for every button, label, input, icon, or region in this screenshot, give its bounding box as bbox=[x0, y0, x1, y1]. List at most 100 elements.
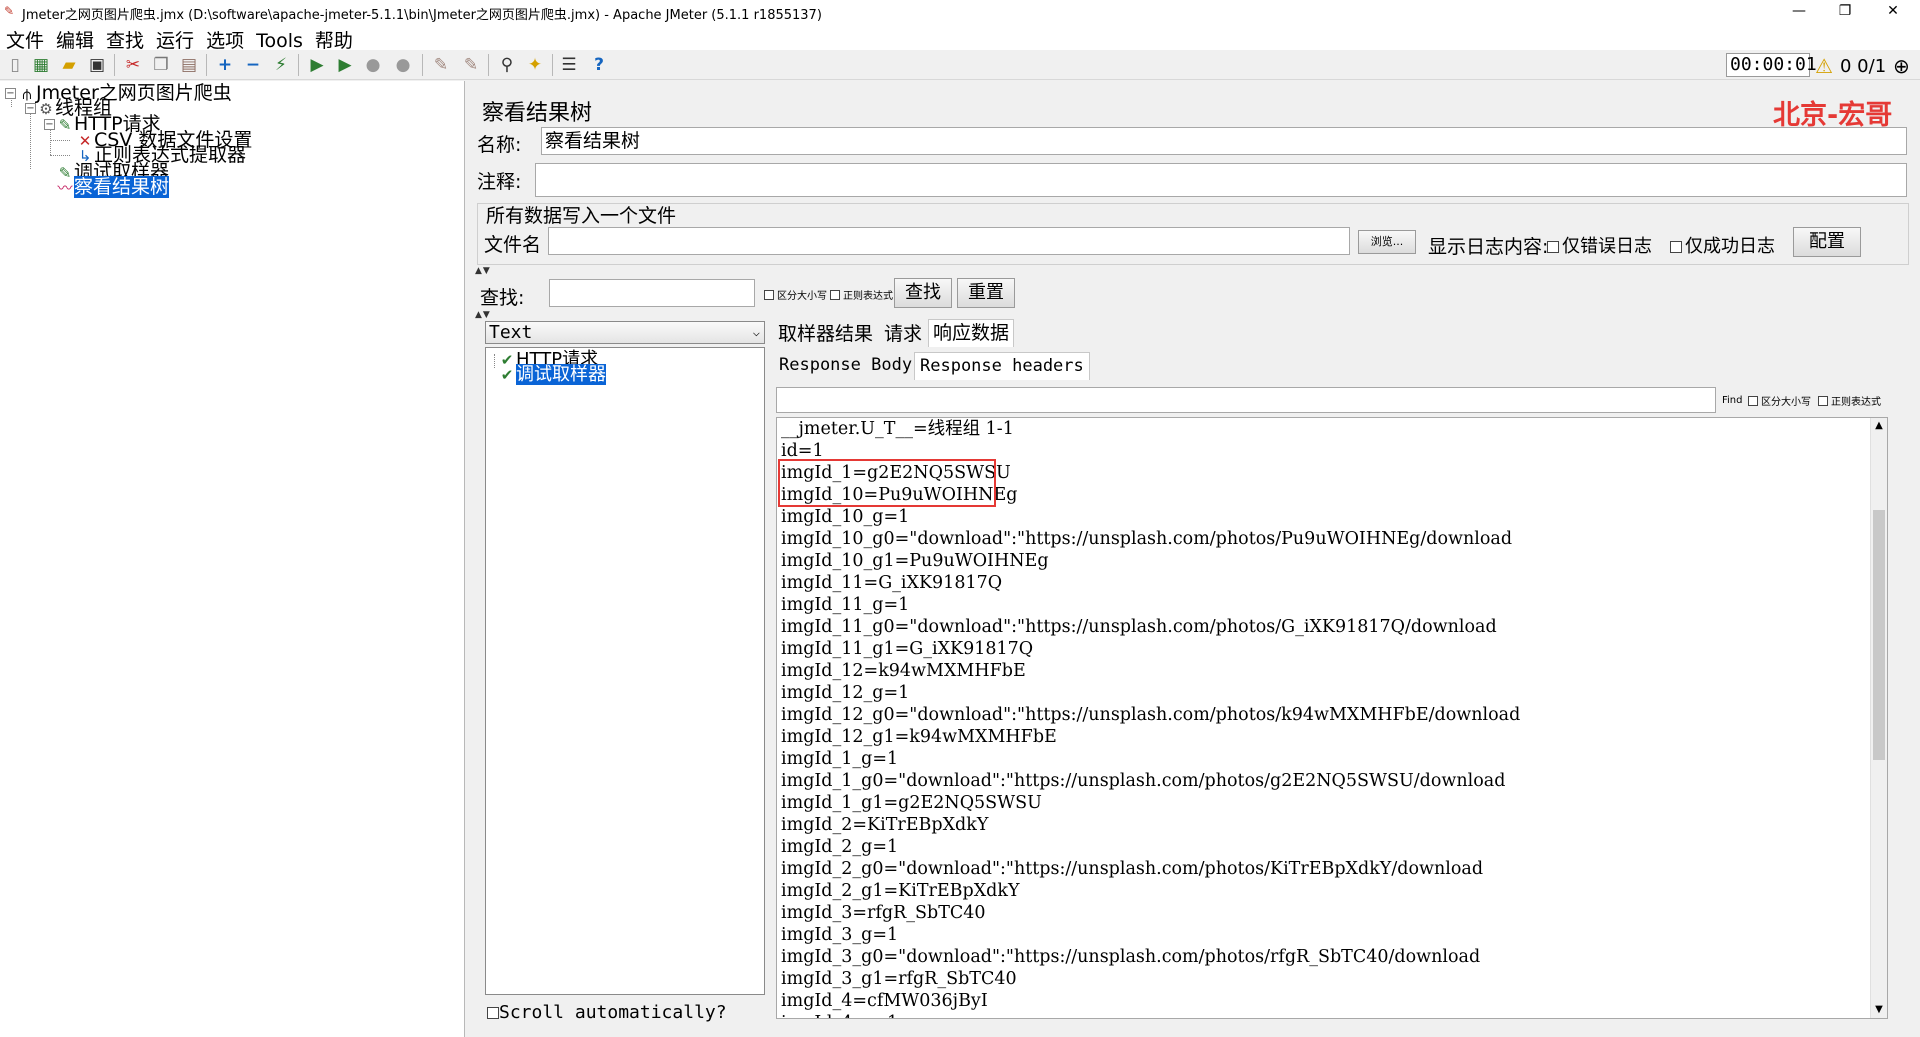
search-field[interactable] bbox=[549, 279, 755, 307]
checkbox-box bbox=[487, 1007, 499, 1019]
menu-search[interactable]: 查找 bbox=[100, 24, 150, 53]
scroll-up-icon[interactable]: ▲ bbox=[1871, 418, 1887, 434]
name-field[interactable]: 察看结果树 bbox=[541, 127, 1907, 155]
vertical-scrollbar[interactable]: ▲ ▼ bbox=[1870, 418, 1887, 1018]
checkbox-box bbox=[1818, 396, 1828, 406]
find-label: Find bbox=[1722, 395, 1743, 406]
response-line: imgId_1_g1=g2E2NQ5SWSU bbox=[781, 793, 1042, 813]
renderer-dropdown[interactable]: Text ⌵ bbox=[485, 321, 765, 344]
reset-search-icon[interactable]: ✦ bbox=[524, 54, 546, 76]
menu-options[interactable]: 选项 bbox=[200, 24, 250, 53]
browse-button[interactable]: 浏览... bbox=[1358, 230, 1416, 254]
search-case-sensitive-checkbox[interactable]: 区分大小写 bbox=[764, 287, 827, 302]
tree-line bbox=[494, 354, 495, 368]
clear-all-icon[interactable]: ✎ bbox=[460, 54, 482, 76]
expand-icon[interactable]: + bbox=[214, 54, 236, 76]
name-label: 名称: bbox=[477, 134, 522, 156]
help-icon[interactable]: ? bbox=[588, 54, 610, 76]
toolbar-separator bbox=[552, 54, 553, 76]
menu-tools[interactable]: Tools bbox=[250, 28, 309, 52]
success-only-checkbox[interactable]: 仅成功日志 bbox=[1670, 232, 1775, 258]
tree-line bbox=[50, 140, 70, 141]
filename-field[interactable] bbox=[548, 227, 1350, 255]
splitter-handle[interactable]: ▲▼ bbox=[475, 266, 491, 276]
scroll-thumb[interactable] bbox=[1873, 510, 1885, 760]
search-regex-checkbox[interactable]: 正则表达式 bbox=[830, 287, 893, 302]
subtab-response-body[interactable]: Response Body bbox=[774, 352, 917, 380]
toggle-icon[interactable]: ⚡ bbox=[270, 54, 292, 76]
response-line: imgId_2=KiTrEBpXdkY bbox=[781, 815, 989, 835]
templates-icon[interactable]: ▦ bbox=[30, 54, 52, 76]
new-icon[interactable]: ▯ bbox=[4, 54, 26, 76]
scroll-down-icon[interactable]: ▼ bbox=[1871, 1002, 1887, 1018]
search-icon[interactable]: ⚲ bbox=[496, 54, 518, 76]
chevron-down-icon: ⌵ bbox=[752, 325, 760, 339]
paste-icon[interactable]: ▤ bbox=[178, 54, 200, 76]
response-line: imgId_11_g1=G_iXK91817Q bbox=[781, 639, 1034, 659]
collapse-icon[interactable]: − bbox=[242, 54, 264, 76]
start-no-pause-icon[interactable]: ▶ bbox=[334, 54, 356, 76]
subtab-response-headers[interactable]: Response headers bbox=[914, 352, 1090, 380]
gear-icon: ⚙ bbox=[39, 100, 53, 118]
write-all-label: 所有数据写入一个文件 bbox=[486, 205, 677, 227]
response-line: imgId_10=Pu9uWOIHNEg bbox=[781, 485, 1018, 505]
toolbar-separator bbox=[298, 54, 299, 76]
menu-edit[interactable]: 编辑 bbox=[50, 24, 100, 53]
maximize-button[interactable]: ❐ bbox=[1822, 0, 1868, 24]
toolbar-separator bbox=[206, 54, 207, 76]
menu-file[interactable]: 文件 bbox=[0, 24, 50, 53]
tab-sampler-result[interactable]: 取样器结果 bbox=[774, 321, 877, 349]
splitter-handle[interactable]: ▲▼ bbox=[475, 310, 491, 320]
shutdown-icon[interactable]: ● bbox=[392, 54, 414, 76]
response-line: imgId_1_g0="download":"https://unsplash.… bbox=[781, 771, 1506, 791]
open-icon[interactable]: ▰ bbox=[58, 54, 80, 76]
response-line: imgId_10_g0="download":"https://unsplash… bbox=[781, 529, 1513, 549]
clear-icon[interactable]: ✎ bbox=[430, 54, 452, 76]
log-content-label: 显示日志内容: bbox=[1428, 236, 1549, 258]
tab-response-data[interactable]: 响应数据 bbox=[928, 319, 1015, 347]
result-item-debug-sampler[interactable]: ✔ 调试取样器 bbox=[498, 364, 606, 385]
response-line: imgId_3=rfgR_SbTC40 bbox=[781, 903, 986, 923]
toolbar-separator bbox=[114, 54, 115, 76]
response-find-input[interactable] bbox=[776, 387, 1716, 413]
response-line: __jmeter.U_T__=线程组 1-1 bbox=[781, 419, 1014, 439]
minimize-button[interactable]: — bbox=[1776, 0, 1822, 24]
search-button[interactable]: 查找 bbox=[894, 278, 952, 308]
expand-toggle-thread-group[interactable]: − bbox=[25, 103, 36, 114]
checkbox-box bbox=[1547, 241, 1559, 253]
menu-run[interactable]: 运行 bbox=[150, 24, 200, 53]
sample-result-list: ✔ HTTP请求 ✔ 调试取样器 bbox=[485, 347, 765, 995]
warning-icon[interactable]: ⚠ bbox=[1815, 54, 1833, 78]
response-body-text[interactable]: __jmeter.U_T__=线程组 1-1 id=1 imgId_1=g2E2NQ… bbox=[776, 417, 1888, 1019]
tab-request[interactable]: 请求 bbox=[880, 321, 926, 349]
response-line: imgId_12=k94wMXMHFbE bbox=[781, 661, 1026, 681]
response-line: imgId_3_g1=rfgR_SbTC40 bbox=[781, 969, 1017, 989]
comment-field[interactable] bbox=[535, 163, 1907, 197]
response-line: imgId_11_g0="download":"https://unsplash… bbox=[781, 617, 1497, 637]
errors-only-checkbox[interactable]: 仅错误日志 bbox=[1547, 232, 1652, 258]
function-helper-icon[interactable]: ☰ bbox=[558, 54, 580, 76]
menu-bar: 文件 编辑 查找 运行 选项 Tools 帮助 bbox=[0, 24, 1920, 53]
scroll-automatically-checkbox[interactable]: Scroll automatically? bbox=[487, 1002, 727, 1023]
response-line: imgId_2_g=1 bbox=[781, 837, 899, 857]
remote-globe-icon[interactable]: ⊕ bbox=[1893, 54, 1910, 78]
stop-icon[interactable]: ● bbox=[362, 54, 384, 76]
toolbar-separator bbox=[422, 54, 423, 76]
config-button[interactable]: 配置 bbox=[1793, 227, 1861, 257]
start-icon[interactable]: ▶ bbox=[306, 54, 328, 76]
find-case-sensitive-checkbox[interactable]: 区分大小写 bbox=[1748, 393, 1811, 408]
find-regex-checkbox[interactable]: 正则表达式 bbox=[1818, 393, 1881, 408]
cut-icon[interactable]: ✂ bbox=[122, 54, 144, 76]
response-line: imgId_2_g0="download":"https://unsplash.… bbox=[781, 859, 1484, 879]
close-button[interactable]: ✕ bbox=[1870, 0, 1916, 24]
response-line: imgId_10_g1=Pu9uWOIHNEg bbox=[781, 551, 1049, 571]
tree-node-view-results-tree[interactable]: 〰察看结果树 bbox=[56, 176, 170, 198]
save-icon[interactable]: ▣ bbox=[86, 54, 108, 76]
reset-button[interactable]: 重置 bbox=[957, 278, 1015, 308]
menu-help[interactable]: 帮助 bbox=[309, 24, 359, 53]
checkbox-box bbox=[830, 290, 840, 300]
copy-icon[interactable]: ❐ bbox=[150, 54, 172, 76]
test-plan-tree: − ⫛ Jmeter之网页图片爬虫 − ⚙ 线程组 − ✎ HTTP请求 ✕ CSV 数… bbox=[0, 81, 465, 1037]
expand-toggle-root[interactable]: − bbox=[5, 88, 16, 99]
expand-toggle-http-request[interactable]: − bbox=[44, 119, 55, 130]
